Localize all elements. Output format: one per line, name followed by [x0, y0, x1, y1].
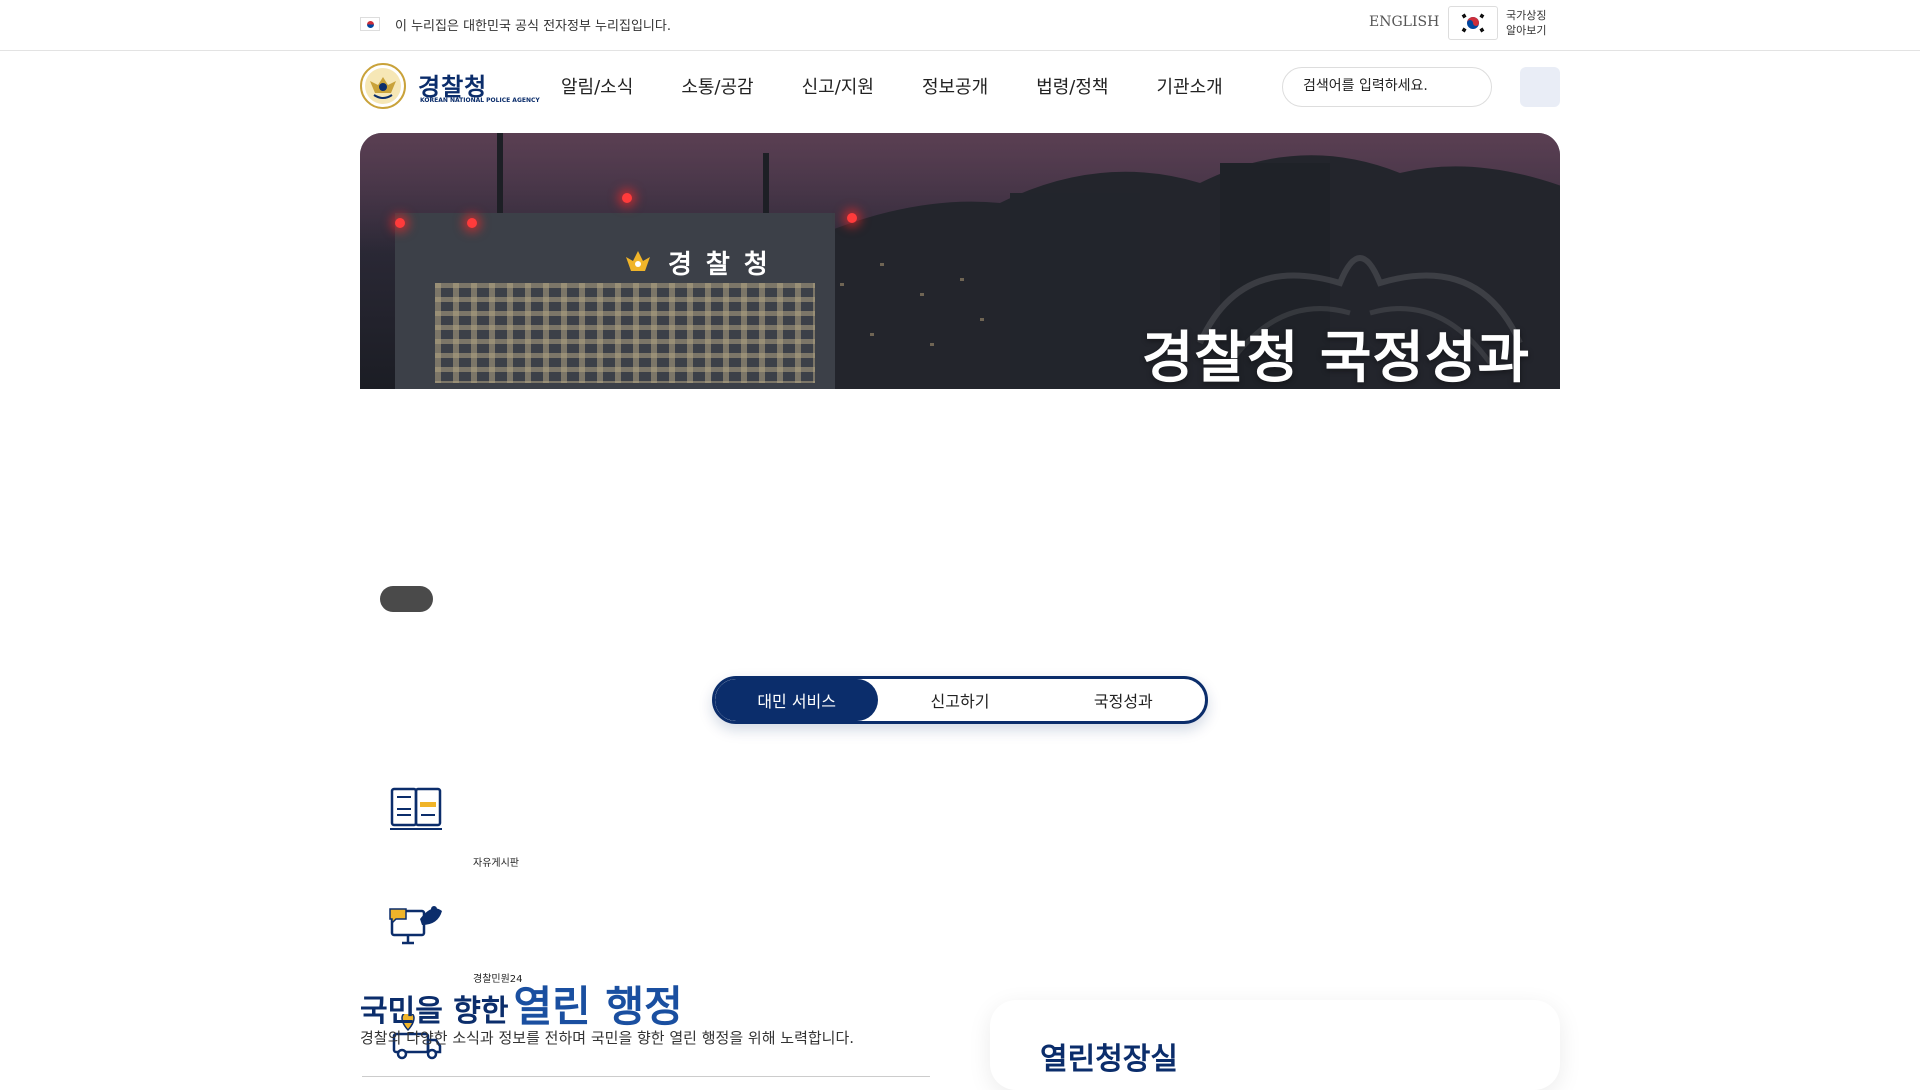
nav-item-disclosure[interactable]: 정보공개 [922, 73, 988, 99]
red-beacon-light [395, 218, 405, 228]
national-symbol-label[interactable]: 국가상징 알아보기 [1506, 8, 1566, 38]
commissioner-office-card[interactable]: 열린청장실 [990, 1000, 1560, 1090]
korea-flag-icon [360, 17, 380, 31]
search-input[interactable] [1301, 77, 1475, 95]
nav-item-about[interactable]: 기관소개 [1157, 73, 1223, 99]
tab-performance[interactable]: 국정성과 [1042, 679, 1205, 721]
police-emblem-icon [360, 63, 406, 109]
taegukgi-icon [1459, 12, 1487, 34]
english-link[interactable]: ENGLISH [1369, 14, 1439, 30]
site-header: 경찰청 KOREAN NATIONAL POLICE AGENCY 알림/소식 … [0, 51, 1920, 131]
sign-emblem-icon [626, 251, 650, 271]
logo-text-en: KOREAN NATIONAL POLICE AGENCY [420, 97, 540, 104]
table-top-border [362, 1076, 930, 1081]
main-nav: 알림/소식 소통/공감 신고/지원 정보공개 법령/정책 기관소개 [561, 73, 1271, 99]
service-label: 자유게시판 [473, 858, 519, 869]
red-beacon-light [467, 218, 477, 228]
red-beacon-light [622, 193, 632, 203]
card-title: 열린청장실 [1040, 1042, 1178, 1077]
gov-banner: 이 누리집은 대한민국 공식 전자정부 누리집입니다. ENGLISH 국가상징… [0, 0, 1920, 51]
tab-civil-service[interactable]: 대민 서비스 [715, 679, 879, 721]
police-hq-building [395, 213, 835, 389]
nav-item-report[interactable]: 신고/지원 [802, 73, 874, 99]
police-logo[interactable]: 경찰청 KOREAN NATIONAL POLICE AGENCY [360, 63, 540, 111]
nav-item-communication[interactable]: 소통/공감 [681, 73, 753, 99]
all-menu-button[interactable] [1520, 67, 1560, 107]
section-description: 경찰의 다양한 소식과 정보를 전하며 국민을 향한 열린 행정을 위해 노력합… [360, 1029, 855, 1047]
gov-notice[interactable]: 이 누리집은 대한민국 공식 전자정부 누리집입니다. [395, 15, 671, 34]
section-title: 국민을 향한 열린 행정 [360, 982, 683, 1031]
service-tabs: 대민 서비스 신고하기 국정성과 [712, 676, 1208, 724]
antenna-tower [763, 153, 769, 213]
building-windows [435, 283, 815, 383]
nav-item-law-policy[interactable]: 법령/정책 [1036, 73, 1108, 99]
service-item-board[interactable]: 자유게시판 [360, 780, 519, 870]
hero-banner[interactable]: 경찰청 경찰청 국정성과 [360, 133, 1560, 389]
civil-complaint-icon [389, 906, 442, 945]
tab-report[interactable]: 신고하기 [878, 679, 1041, 721]
slider-pager[interactable] [380, 586, 433, 612]
nav-item-news[interactable]: 알림/소식 [561, 73, 633, 99]
antenna-tower [497, 133, 503, 213]
background-building [1010, 193, 1140, 389]
building-sign: 경찰청 [668, 250, 782, 280]
red-beacon-light [847, 213, 857, 223]
search-box [1282, 67, 1492, 107]
board-icon [390, 787, 442, 830]
national-symbol-button[interactable] [1448, 6, 1498, 40]
hero-title: 경찰청 국정성과 [1141, 326, 1530, 389]
